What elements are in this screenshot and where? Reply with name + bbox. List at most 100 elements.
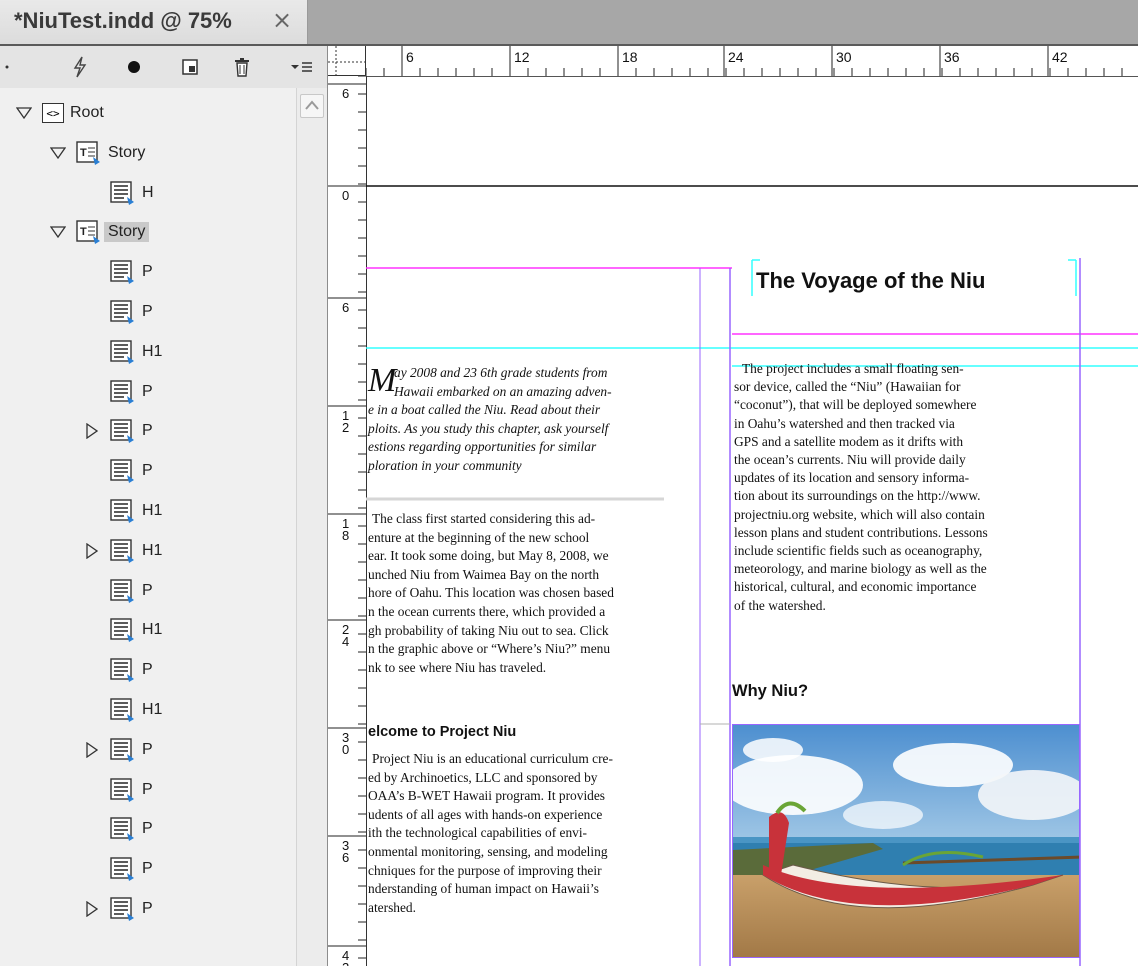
paragraph-icon [110, 299, 136, 325]
tree-row-label: H1 [142, 502, 163, 519]
tree-row[interactable]: P [82, 850, 153, 888]
text-line: tion about its surroundings on the http:… [734, 488, 981, 504]
tree-row[interactable]: P [82, 253, 153, 291]
paragraph-icon [110, 737, 136, 763]
text-line: OAA’s B-WET Hawaii program. It provides [368, 788, 606, 804]
tree-row[interactable]: P [82, 771, 153, 809]
paragraph-icon [110, 697, 136, 723]
tree-row[interactable]: H1 [82, 532, 162, 570]
collapse-triangle-icon[interactable] [82, 421, 102, 441]
tree-row[interactable]: T Story [48, 213, 150, 251]
tree-row[interactable]: P [82, 572, 153, 610]
panel-scrollbar[interactable] [296, 88, 327, 966]
body-paragraph-1[interactable]: The class first started considering this… [368, 510, 678, 677]
tree-row[interactable]: P [82, 293, 153, 331]
expand-triangle-icon[interactable] [48, 222, 68, 242]
text-line: updates of its location and sensory info… [734, 470, 970, 486]
tree-row[interactable]: P [82, 452, 153, 490]
new-element-icon[interactable] [176, 52, 204, 82]
column-2-paragraph[interactable]: The project includes a small floating se… [734, 360, 1080, 615]
text-line: n the ocean currents there, which provid… [368, 603, 606, 619]
text-line: ear. It took some doing, but May 8, 2008… [368, 548, 609, 564]
text-line: The project includes a small floating se… [742, 361, 964, 376]
tree-row[interactable]: <> Root [14, 94, 104, 132]
tree-row-label: Story [108, 143, 146, 161]
tree-row[interactable]: H [82, 174, 154, 212]
text-line: include scientific fields such as oceano… [734, 543, 983, 559]
subhead-why-niu[interactable]: Why Niu? [732, 682, 808, 701]
text-line: ay 2008 and 23 6th grade students from [394, 365, 608, 380]
tree-row[interactable]: P [82, 731, 153, 769]
text-line: atershed. [368, 899, 416, 915]
horizontal-ruler-ticks: 6 12 18 24 30 36 42 [365, 46, 1123, 76]
delete-icon[interactable] [228, 52, 256, 82]
subhead-welcome[interactable]: elcome to Project Niu [368, 724, 516, 740]
expand-triangle-icon[interactable] [14, 103, 34, 123]
record-icon[interactable] [120, 52, 148, 82]
tree-row[interactable]: P [82, 373, 153, 411]
ruler-label: 6 [406, 49, 414, 65]
collapse-triangle-icon[interactable] [82, 541, 102, 561]
ruler-label: 42 [1052, 49, 1068, 65]
headline[interactable]: The Voyage of the Niu [756, 268, 985, 294]
tree-row-label: P [142, 581, 153, 599]
panel-menu-icon[interactable] [284, 52, 320, 82]
tree-row[interactable]: P [82, 810, 153, 848]
text-line: gh probability of taking Niu out to sea.… [368, 622, 609, 638]
ruler-label: 36 [944, 49, 960, 65]
document-tab-bar: *NiuTest.indd @ 75% × [0, 0, 1138, 45]
collapse-icon[interactable] [2, 52, 16, 82]
text-line: Project Niu is an educational curriculum… [372, 751, 613, 766]
tree-row-label: P [142, 462, 153, 480]
body-paragraph-2[interactable]: Project Niu is an educational curriculum… [368, 750, 678, 917]
tree-row[interactable]: H1 [82, 691, 162, 729]
tree-row-label: P [142, 820, 153, 838]
scroll-up-button[interactable] [300, 94, 324, 118]
intro-paragraph[interactable]: ay 2008 and 23 6th grade students from Ha… [368, 364, 668, 476]
paragraph-icon [110, 816, 136, 842]
tree-row[interactable]: H1 [82, 611, 162, 649]
text-line: projectniu.org website, which will also … [734, 506, 985, 522]
text-line: meteorology, and marine biology as well … [734, 561, 987, 577]
ruler-origin[interactable] [328, 46, 366, 76]
collapse-triangle-icon[interactable] [82, 740, 102, 760]
horizontal-ruler[interactable]: 6 12 18 24 30 36 42 [328, 46, 1138, 77]
text-line: sor device, called the “Niu” (Hawaiian f… [734, 379, 961, 395]
document-canvas[interactable]: 6121824303642 606121824303642 The Voyage… [328, 46, 1138, 966]
tree-row[interactable]: P [82, 651, 153, 689]
tree-row[interactable]: H1 [82, 492, 162, 530]
text-line: ed by Archinoetics, LLC and sponsored by [368, 769, 598, 785]
story-icon: T [76, 140, 102, 166]
text-line: Hawaii embarked on an amazing adven- [394, 383, 612, 399]
paragraph-icon [110, 657, 136, 683]
paragraph-icon [110, 578, 136, 604]
paragraph-icon [110, 498, 136, 524]
outrigger-canoe-photo[interactable] [732, 724, 1080, 958]
tree-row[interactable]: P [82, 412, 153, 450]
tree-row[interactable]: P [82, 890, 153, 928]
document-tab[interactable]: *NiuTest.indd @ 75% × [0, 0, 308, 44]
script-icon[interactable] [66, 52, 94, 82]
paragraph-icon [110, 418, 136, 444]
paragraph-icon [110, 458, 136, 484]
close-icon[interactable]: × [272, 6, 292, 34]
expand-triangle-icon[interactable] [48, 143, 68, 163]
text-line: lesson plans and student contributions. … [734, 524, 988, 540]
text-line: hore of Oahu. This location was chosen b… [368, 585, 614, 601]
paragraph-icon [110, 180, 136, 206]
collapse-triangle-icon[interactable] [82, 899, 102, 919]
text-line: nk to see where Niu has traveled. [368, 659, 547, 675]
text-line: of the watershed. [734, 597, 826, 613]
text-line: ploration in your community [368, 457, 522, 473]
text-line: “coconut”), that will be deployed somewh… [734, 397, 977, 413]
root-tag-icon: <> [42, 103, 64, 123]
paragraph-icon [110, 896, 136, 922]
tree-row-label: P [142, 382, 153, 400]
paragraph-icon [110, 777, 136, 803]
ruler-label: 24 [728, 49, 744, 65]
tree-row[interactable]: H1 [82, 333, 162, 371]
tree-row[interactable]: T Story [48, 134, 145, 172]
